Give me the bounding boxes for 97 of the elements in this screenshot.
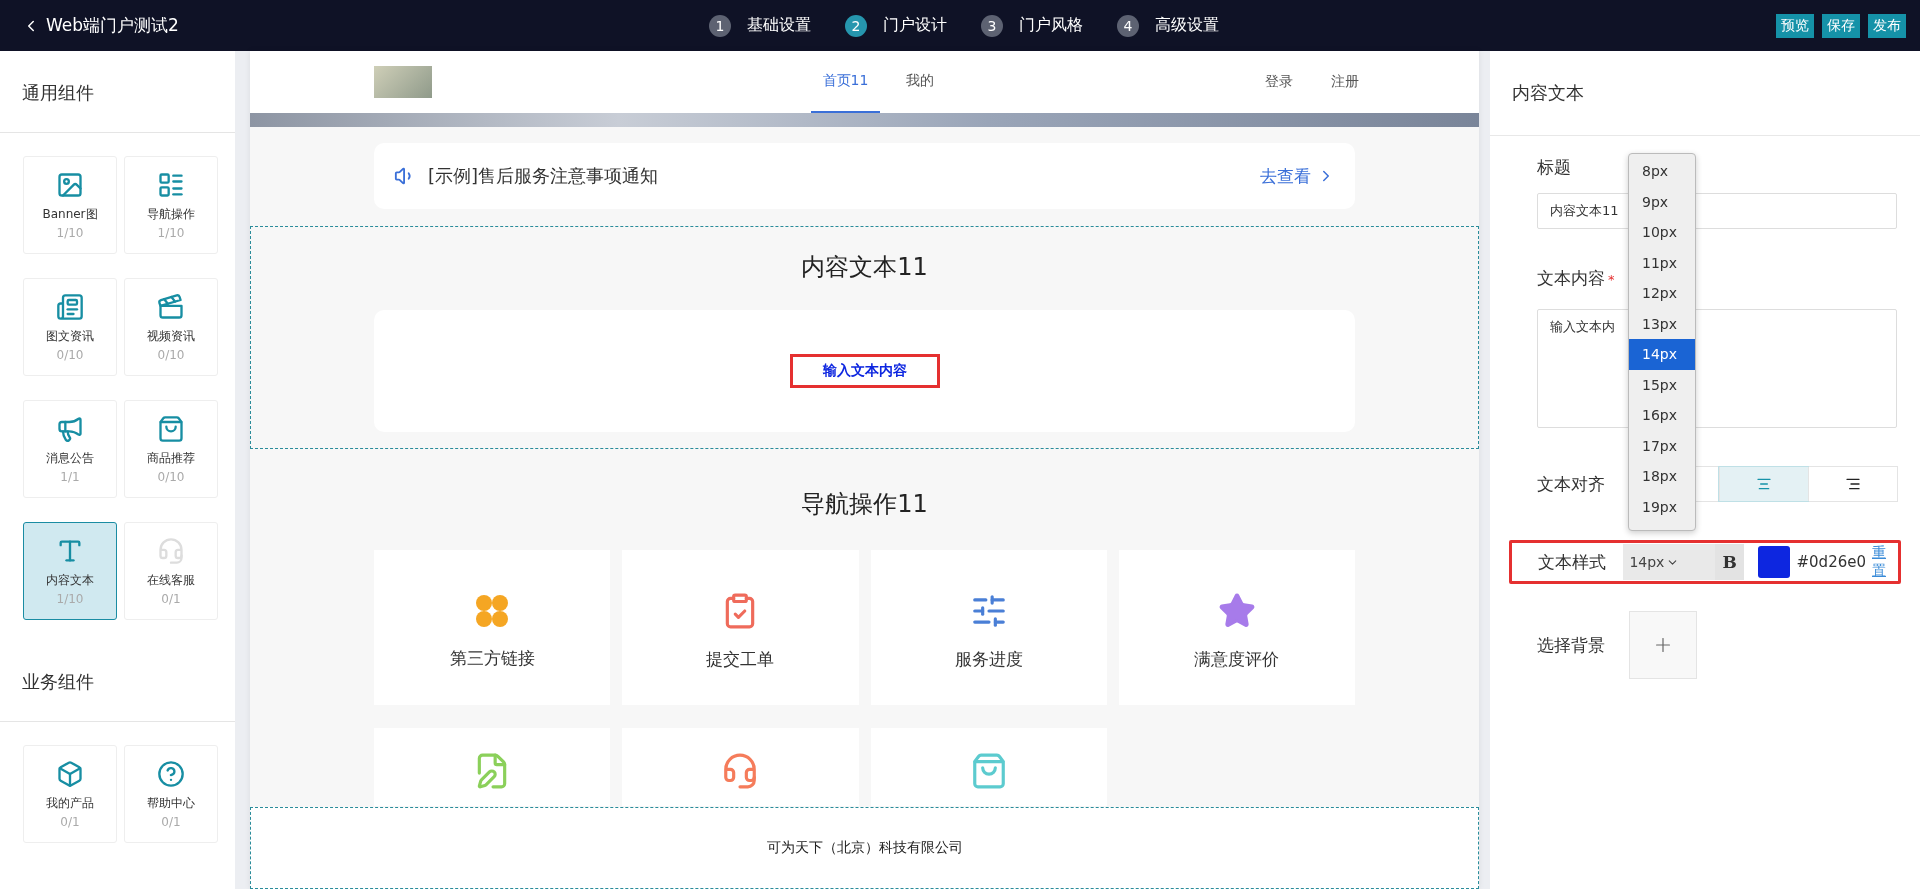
component-count: 1/10 <box>157 225 185 240</box>
content-text: 输入文本内容 <box>789 354 940 388</box>
component-count: 0/10 <box>56 347 84 362</box>
component-count: 1/10 <box>56 591 84 606</box>
step-label[interactable]: 门户风格 <box>1019 15 1083 36</box>
newspaper-icon <box>56 292 84 321</box>
field-label: 文本样式 <box>1538 550 1607 574</box>
component-count: 0/10 <box>157 469 185 484</box>
step-label[interactable]: 门户设计 <box>883 15 947 36</box>
step-number[interactable]: 1 <box>709 14 731 37</box>
headset-icon <box>157 536 185 565</box>
nav-card[interactable] <box>622 728 859 806</box>
panel-title: 内容文本 <box>1490 51 1920 136</box>
nav-card[interactable] <box>374 728 611 806</box>
component-count: 0/1 <box>60 814 80 829</box>
component-name: 内容文本 <box>46 571 94 589</box>
block-title: 内容文本11 <box>800 252 929 283</box>
nav-card[interactable]: 提交工单 <box>622 550 859 705</box>
step-number[interactable]: 3 <box>981 14 1003 37</box>
component-card[interactable]: 商品推荐 0/10 <box>124 400 218 498</box>
component-card[interactable]: Banner图 1/10 <box>23 156 117 254</box>
component-card[interactable]: 导航操作 1/10 <box>124 156 218 254</box>
component-name: 导航操作 <box>147 205 195 223</box>
step-number[interactable]: 4 <box>1117 14 1139 37</box>
font-size-option[interactable]: 16px <box>1629 400 1695 431</box>
component-name: 商品推荐 <box>147 449 195 467</box>
section-title: 通用组件 <box>0 51 235 133</box>
nav-card[interactable]: 服务进度 <box>870 550 1107 705</box>
component-count: 0/1 <box>161 591 181 606</box>
component-count: 0/1 <box>161 814 181 829</box>
color-swatch[interactable] <box>1757 546 1790 578</box>
field-label: 文本内容 * <box>1537 267 1615 290</box>
notice-text: [示例]售后服务注意事项通知 <box>428 164 660 188</box>
nav-card[interactable] <box>870 728 1107 806</box>
component-name: 在线客服 <box>147 571 195 589</box>
back-link[interactable]: Web端门户测试2 <box>22 14 582 37</box>
nav-card[interactable]: 满意度评价 <box>1118 550 1355 705</box>
section-title: 业务组件 <box>0 640 235 722</box>
font-size-select[interactable]: 14px <box>1623 544 1716 580</box>
component-name: 消息公告 <box>46 449 94 467</box>
font-size-option[interactable]: 11px <box>1629 247 1695 278</box>
component-card[interactable]: 我的产品 0/1 <box>23 745 117 843</box>
nav-card[interactable]: 第三方链接 <box>374 550 611 705</box>
action-button[interactable]: 预览 <box>1776 13 1814 38</box>
font-size-option[interactable]: 13px <box>1629 308 1695 339</box>
nav-label: 提交工单 <box>706 648 775 671</box>
bag-icon <box>157 414 185 443</box>
color-value: #0d26e0 <box>1796 553 1866 571</box>
component-card[interactable]: 图文资讯 0/10 <box>23 278 117 376</box>
font-size-option[interactable]: 18px <box>1629 461 1695 492</box>
megaphone-icon <box>56 414 84 443</box>
font-size-option[interactable]: 15px <box>1629 369 1695 400</box>
component-card[interactable]: 内容文本 1/10 <box>23 522 117 620</box>
step-label[interactable]: 高级设置 <box>1155 15 1219 36</box>
component-name: 视频资讯 <box>147 327 195 345</box>
step-label[interactable]: 基础设置 <box>747 15 811 36</box>
help-icon <box>157 759 185 788</box>
component-name: Banner图 <box>42 205 98 223</box>
component-count: 1/10 <box>56 225 84 240</box>
auth-link[interactable]: 注册 <box>1331 73 1359 91</box>
video-icon <box>157 292 185 321</box>
add-background-button[interactable] <box>1629 611 1697 679</box>
nav-label: 第三方链接 <box>449 647 535 670</box>
list-icon <box>157 170 185 199</box>
auth-link[interactable]: 登录 <box>1265 73 1293 91</box>
align-right-icon <box>1845 476 1861 492</box>
field-label: 选择背景 <box>1537 633 1606 657</box>
align-center-icon <box>1756 476 1772 492</box>
align-button[interactable] <box>1719 467 1808 501</box>
field-label: 文本对齐 <box>1537 472 1606 496</box>
reset-link[interactable]: 重置 <box>1872 544 1898 580</box>
component-count: 1/1 <box>60 469 80 484</box>
field-label: 标题 <box>1537 156 1571 179</box>
action-button[interactable]: 发布 <box>1868 13 1906 38</box>
component-name: 图文资讯 <box>46 327 94 345</box>
component-card[interactable]: 帮助中心 0/1 <box>124 745 218 843</box>
bold-button[interactable]: B <box>1715 544 1744 580</box>
component-name: 帮助中心 <box>147 794 195 812</box>
footer-text: 可为天下（北京）科技有限公司 <box>766 839 963 857</box>
component-name: 我的产品 <box>46 794 94 812</box>
box-icon <box>56 759 84 788</box>
logo-photo-placeholder <box>374 66 432 98</box>
view-link[interactable]: 去查看 <box>1260 164 1335 188</box>
component-card[interactable]: 视频资讯 0/10 <box>124 278 218 376</box>
font-size-option[interactable]: 8px <box>1629 156 1695 187</box>
action-button[interactable]: 保存 <box>1822 13 1860 38</box>
component-count: 0/10 <box>157 347 185 362</box>
nav-label: 满意度评价 <box>1194 648 1280 671</box>
block-title: 导航操作11 <box>800 489 929 520</box>
font-size-option[interactable]: 19px <box>1629 491 1695 522</box>
site-nav-tab[interactable]: 我的 <box>894 51 947 113</box>
component-card[interactable]: 消息公告 1/1 <box>23 400 117 498</box>
font-size-option[interactable]: 17px <box>1629 430 1695 461</box>
nav-label: 服务进度 <box>954 648 1023 671</box>
picture-icon <box>56 170 84 199</box>
font-size-option[interactable]: 12px <box>1629 278 1695 309</box>
font-size-option[interactable]: 14px <box>1629 339 1695 370</box>
